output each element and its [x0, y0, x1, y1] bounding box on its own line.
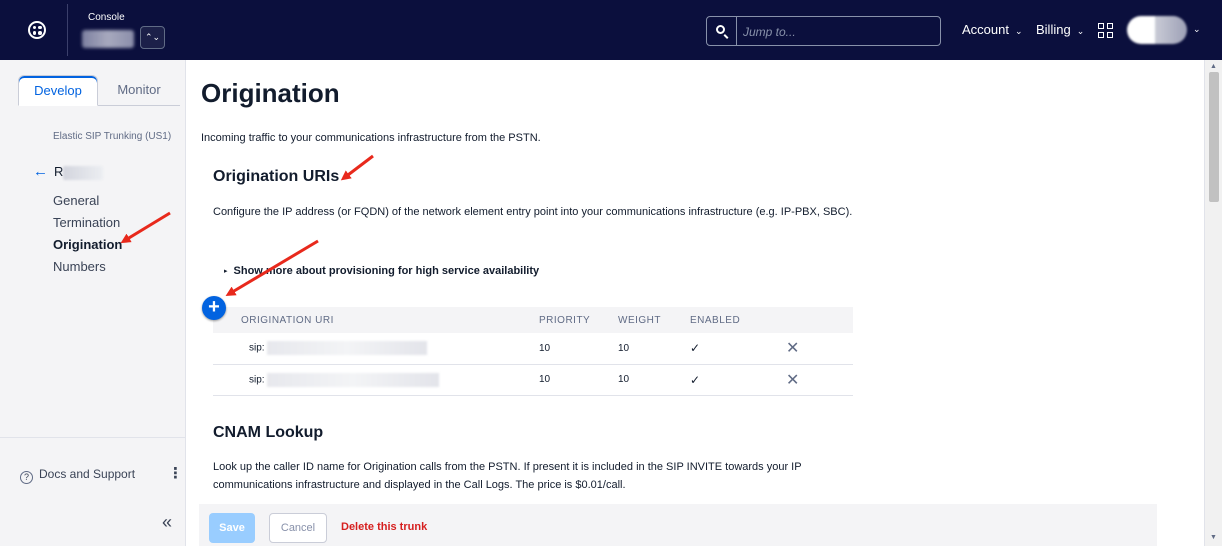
add-origination-uri-button[interactable]: + — [202, 296, 226, 320]
cnam-lookup-description: Look up the caller ID name for Originati… — [213, 461, 802, 491]
cnam-lookup-heading: CNAM Lookup — [213, 424, 324, 441]
checkmark-icon: ✓ — [690, 341, 701, 356]
tab-develop[interactable]: Develop — [18, 75, 98, 106]
back-to-trunks-link[interactable]: ← R — [33, 163, 104, 180]
chevron-down-icon: ⌄ — [1014, 26, 1023, 36]
scrollbar-thumb[interactable] — [1209, 72, 1219, 202]
caret-right-icon: ▸ — [224, 268, 228, 275]
more-options-icon[interactable]: ⋮ — [168, 464, 183, 482]
uri-cell[interactable]: sip: — [213, 364, 539, 396]
action-footer: Save Cancel Delete this trunk — [199, 504, 1157, 546]
sidebar-divider — [0, 437, 186, 438]
weight-cell[interactable]: 10 — [618, 364, 690, 396]
uri-value-redacted — [266, 341, 427, 356]
page-scrollbar[interactable]: ▲ ▼ — [1204, 60, 1222, 546]
column-header-actions — [786, 307, 853, 333]
user-avatar[interactable] — [1127, 16, 1187, 44]
sidebar-tabs: Develop Monitor — [18, 75, 180, 106]
account-menu-label: Account — [962, 22, 1009, 37]
console-label: Console — [88, 12, 125, 23]
twilio-logo-icon[interactable] — [28, 21, 46, 39]
collapse-sidebar-icon[interactable]: « — [162, 512, 172, 533]
chevron-down-icon: ⌄ — [1076, 26, 1085, 36]
table-header-row: ORIGINATION URI PRIORITY WEIGHT ENABLED — [213, 307, 853, 333]
uri-prefix: sip: — [249, 342, 265, 354]
save-button[interactable]: Save — [209, 513, 255, 543]
sidebar-item-termination[interactable]: Termination — [53, 215, 120, 230]
origination-uris-table: ORIGINATION URI PRIORITY WEIGHT ENABLED … — [213, 307, 853, 396]
product-label: Elastic SIP Trunking (US1) — [53, 131, 172, 142]
billing-menu-button[interactable]: Billing ⌄ — [1036, 22, 1084, 37]
remove-cell: ✕ — [786, 364, 853, 396]
enabled-cell[interactable]: ✓ — [690, 333, 786, 365]
main-content: Origination Incoming traffic to your com… — [186, 60, 1204, 546]
scroll-down-icon[interactable]: ▼ — [1210, 534, 1217, 541]
account-name-redacted — [82, 30, 134, 48]
delete-trunk-button[interactable]: Delete this trunk — [341, 521, 427, 533]
weight-cell[interactable]: 10 — [618, 333, 690, 365]
column-header-weight: WEIGHT — [618, 307, 690, 333]
priority-cell[interactable]: 10 — [539, 333, 618, 365]
column-header-uri: ORIGINATION URI — [213, 307, 539, 333]
scroll-up-icon[interactable]: ▲ — [1210, 63, 1217, 70]
account-switcher-button[interactable]: ⌃⌄ — [140, 26, 165, 49]
trunk-name: R — [54, 164, 64, 179]
column-header-priority: PRIORITY — [539, 307, 618, 333]
priority-cell[interactable]: 10 — [539, 364, 618, 396]
origination-uris-heading: Origination URIs — [213, 168, 340, 185]
uri-value-redacted — [266, 372, 439, 387]
sidebar-item-origination[interactable]: Origination — [53, 237, 122, 252]
help-icon: ? — [20, 471, 33, 484]
checkmark-icon: ✓ — [690, 372, 701, 387]
disclosure-label: Show more about provisioning for high se… — [233, 265, 540, 277]
docs-label: Docs and Support — [39, 467, 136, 481]
high-availability-disclosure[interactable]: ▸ Show more about provisioning for high s… — [224, 265, 539, 277]
search-icon — [716, 25, 725, 34]
sidebar-item-numbers[interactable]: Numbers — [53, 259, 106, 274]
remove-cell: ✕ — [786, 333, 853, 365]
tab-monitor[interactable]: Monitor — [98, 75, 180, 106]
arrow-left-icon: ← — [33, 163, 48, 180]
search-input[interactable] — [743, 23, 933, 40]
app-grid-icon[interactable] — [1098, 23, 1113, 38]
page-title: Origination — [201, 78, 340, 108]
cancel-button[interactable]: Cancel — [269, 513, 327, 543]
sidebar-item-general[interactable]: General — [53, 193, 99, 208]
chevron-down-icon[interactable]: ⌄ — [1193, 24, 1201, 35]
enabled-cell[interactable]: ✓ — [690, 364, 786, 396]
docs-and-support-link[interactable]: ? Docs and Support — [20, 467, 135, 484]
close-icon[interactable]: ✕ — [786, 340, 799, 357]
sidebar: Develop Monitor Elastic SIP Trunking (US… — [0, 60, 186, 546]
billing-menu-label: Billing — [1036, 22, 1071, 37]
uri-cell[interactable]: sip: — [213, 333, 539, 365]
uri-prefix: sip: — [249, 374, 265, 386]
table-row: sip: 10 10 ✓ ✕ — [213, 333, 853, 365]
topbar-divider — [67, 4, 68, 56]
page-description: Incoming traffic to your communications … — [201, 132, 541, 144]
top-navigation-bar: Console ⌃⌄ Account ⌄ Billing ⌄ ⌄ — [0, 0, 1222, 60]
jump-to-search — [706, 16, 941, 46]
table-row: sip: 10 10 ✓ ✕ — [213, 364, 853, 396]
account-menu-button[interactable]: Account ⌄ — [962, 22, 1023, 37]
close-icon[interactable]: ✕ — [786, 372, 799, 389]
trunk-name-redacted — [63, 165, 104, 180]
column-header-enabled: ENABLED — [690, 307, 786, 333]
search-button[interactable] — [707, 17, 737, 45]
origination-uris-description: Configure the IP address (or FQDN) of th… — [213, 206, 853, 218]
